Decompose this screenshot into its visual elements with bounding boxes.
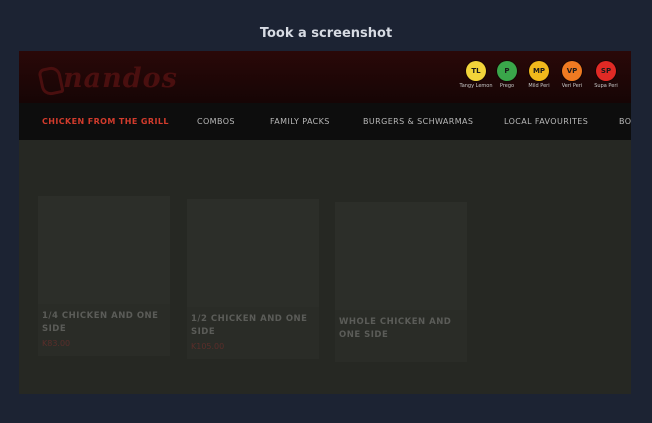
product-image: [38, 196, 170, 304]
product-title: 1/2 CHICKEN AND ONE SIDE: [191, 314, 308, 337]
product-title: WHOLE CHICKEN AND ONE SIDE: [339, 317, 452, 340]
heat-label-sp: Supa Peri: [594, 83, 618, 89]
screenshot-caption: Took a screenshot: [259, 26, 393, 41]
product-image: [187, 199, 319, 307]
site-header: nandos TL Tangy Lemon P Prego MP Mild Pe…: [19, 51, 631, 103]
nav-item-local-favourites[interactable]: LOCAL FAVOURITES: [504, 117, 588, 126]
nav-item-combos[interactable]: COMBOS: [197, 117, 235, 126]
product-grid-area: 1/4 CHICKEN AND ONE SIDE K83.00 1/2 CHIC…: [19, 140, 631, 394]
heat-badge-vp: VP: [562, 61, 582, 81]
heat-level-veri-peri[interactable]: VP Veri Peri: [555, 61, 589, 89]
heat-label-mp: Mild Peri: [528, 83, 550, 89]
heat-level-tangy-lemon[interactable]: TL Tangy Lemon: [459, 61, 493, 89]
heat-level-mild-peri[interactable]: MP Mild Peri: [522, 61, 556, 89]
heat-label-tl: Tangy Lemon: [459, 83, 493, 89]
heat-badge-tl: TL: [466, 61, 486, 81]
product-title: 1/4 CHICKEN AND ONE SIDE: [42, 311, 159, 334]
heat-level-supa-peri[interactable]: SP Supa Peri: [589, 61, 623, 89]
product-card[interactable]: 1/2 CHICKEN AND ONE SIDE K105.00: [187, 199, 319, 359]
heat-badge-p: P: [497, 61, 517, 81]
heat-label-p: Prego: [499, 83, 515, 89]
browser-viewport: nandos TL Tangy Lemon P Prego MP Mild Pe…: [19, 51, 631, 394]
heat-badge-sp: SP: [596, 61, 616, 81]
heat-label-vp: Veri Peri: [561, 83, 583, 89]
brand-logo-text: nandos: [63, 63, 178, 94]
product-image: [335, 202, 467, 310]
product-price: K83.00: [42, 339, 71, 348]
nav-item-overflow[interactable]: BO: [619, 117, 631, 126]
category-nav: CHICKEN FROM THE GRILL COMBOS FAMILY PAC…: [19, 103, 631, 140]
product-card[interactable]: 1/4 CHICKEN AND ONE SIDE K83.00: [38, 196, 170, 356]
heat-badge-mp: MP: [529, 61, 549, 81]
nav-item-burgers-schwarmas[interactable]: BURGERS & SCHWARMAS: [363, 117, 473, 126]
product-price: K105.00: [191, 342, 225, 351]
heat-level-prego[interactable]: P Prego: [490, 61, 524, 89]
nav-item-chicken-from-the-grill[interactable]: CHICKEN FROM THE GRILL: [42, 117, 169, 126]
rooster-logo-icon: [37, 65, 65, 97]
product-card[interactable]: WHOLE CHICKEN AND ONE SIDE: [335, 202, 467, 362]
nav-item-family-packs[interactable]: FAMILY PACKS: [270, 117, 330, 126]
